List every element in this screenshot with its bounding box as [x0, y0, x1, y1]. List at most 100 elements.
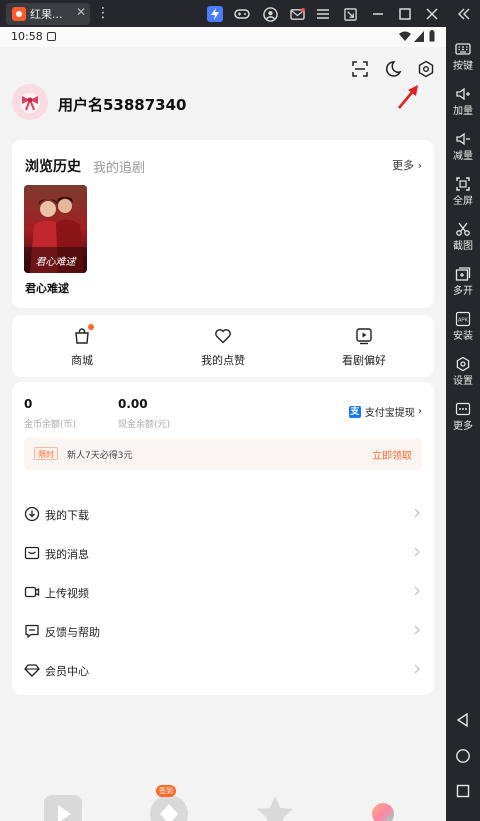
menu-label: 反馈与帮助 — [45, 626, 100, 639]
wifi-icon — [399, 31, 411, 41]
menu-card: 我的下载 我的消息 上传视频 反馈与帮助 会员中心 — [12, 489, 434, 695]
mail-icon[interactable] — [288, 5, 306, 23]
nav-theater-icon[interactable] — [42, 793, 84, 821]
sidebar-item-more[interactable]: 更多 — [446, 397, 480, 441]
red-pointer-arrow-icon — [398, 85, 418, 109]
quick-action-label: 商城 — [71, 354, 93, 367]
username[interactable]: 用户名53887340 — [58, 94, 187, 115]
apk-install-icon: APK — [455, 311, 471, 327]
tab-my-following[interactable]: 我的追剧 — [93, 157, 145, 176]
tab-browse-history[interactable]: 浏览历史 — [25, 156, 81, 176]
fullscreen-icon — [456, 177, 470, 191]
cash-label: 现金余额(元) — [118, 420, 171, 430]
sidebar-label: 减量 — [453, 151, 473, 162]
nav-star-icon[interactable] — [254, 793, 296, 821]
upload-video-icon — [24, 586, 40, 598]
sidebar-label: 多开 — [453, 286, 473, 297]
sidebar-item-keys[interactable]: 按键 — [446, 37, 480, 81]
tab-menu-icon[interactable]: ⋮ — [96, 4, 110, 22]
drama-poster[interactable]: 君心难逑 — [24, 185, 87, 273]
alipay-icon: 支 — [348, 405, 361, 418]
cash-value: 0.00 — [118, 397, 148, 411]
signal-icon — [414, 31, 424, 42]
menu-label: 上传视频 — [45, 587, 89, 600]
sidebar-item-install[interactable]: APK 安装 — [446, 307, 480, 351]
gamepad-icon[interactable] — [233, 5, 251, 23]
sidebar-item-volume-down[interactable]: 减量 — [446, 127, 480, 171]
chevron-right-icon — [414, 586, 420, 596]
notification-dot — [88, 324, 94, 330]
collapse-sidebar-icon[interactable] — [455, 5, 473, 23]
status-time: 10:58 — [11, 30, 43, 43]
menu-label: 我的下载 — [45, 509, 89, 522]
menu-item-upload-video[interactable]: 上传视频 — [12, 573, 434, 611]
sidebar-label: 更多 — [453, 421, 473, 432]
heart-icon — [215, 329, 231, 344]
scan-icon[interactable] — [351, 60, 369, 78]
quick-actions-card: 商城 我的点赞 看剧偏好 — [12, 315, 434, 377]
alipay-withdraw-link[interactable]: 支 支付宝提现 › — [348, 404, 422, 419]
emulator-sidebar: 按键 加量 减量 全屏 截图 多开 APK 安装 设置 更多 — [446, 27, 480, 821]
avatar[interactable] — [12, 84, 48, 120]
android-home-icon[interactable] — [455, 748, 471, 764]
menu-item-feedback[interactable]: 反馈与帮助 — [12, 612, 434, 650]
more-icon — [455, 402, 471, 416]
sidebar-item-screenshot[interactable]: 截图 — [446, 217, 480, 261]
battery-icon — [429, 30, 435, 42]
quick-action-preferences[interactable]: 看剧偏好 — [294, 327, 434, 368]
vip-diamond-icon — [24, 664, 40, 677]
sidebar-item-settings[interactable]: 设置 — [446, 352, 480, 396]
download-icon — [24, 506, 40, 522]
sign-in-badge: 签到 — [156, 785, 176, 797]
android-back-icon[interactable] — [455, 712, 471, 728]
poster-image: 君心难逑 — [24, 185, 87, 273]
quick-action-shop[interactable]: 商城 — [12, 327, 152, 368]
sidebar-item-fullscreen[interactable]: 全屏 — [446, 172, 480, 216]
shrink-window-icon[interactable] — [341, 5, 359, 23]
sidebar-label: 加量 — [453, 106, 473, 117]
sidebar-label: 设置 — [453, 376, 473, 387]
chevron-right-icon — [414, 625, 420, 635]
poster-caption: 君心难逑 — [36, 256, 78, 268]
menu-item-vip-center[interactable]: 会员中心 — [12, 651, 434, 689]
settings-hexagon-icon — [456, 356, 470, 372]
shopping-bag-icon — [75, 328, 89, 344]
notification-icon — [47, 32, 56, 41]
nav-welfare-icon[interactable] — [148, 793, 190, 821]
volume-down-icon — [456, 132, 470, 146]
status-bar: 10:58 — [0, 27, 446, 47]
close-icon[interactable] — [423, 5, 441, 23]
nav-profile-icon[interactable] — [362, 793, 404, 821]
tab-title: 红果... — [30, 8, 63, 21]
coins-value: 0 — [24, 397, 33, 411]
limited-badge: 限时 — [34, 447, 58, 460]
quick-action-likes[interactable]: 我的点赞 — [153, 327, 293, 368]
chevron-right-icon — [414, 664, 420, 674]
minimize-icon[interactable] — [369, 5, 387, 23]
claim-now-button[interactable]: 立即领取 — [372, 447, 412, 462]
menu-item-downloads[interactable]: 我的下载 — [12, 495, 434, 533]
hamburger-menu-icon[interactable] — [314, 5, 332, 23]
emulator-top-bar: 红果... ✕ ⋮ — [0, 0, 480, 27]
volume-up-icon — [456, 87, 470, 101]
multi-instance-icon — [455, 267, 471, 281]
drama-title[interactable]: 君心难逑 — [25, 280, 69, 296]
tab-close-button[interactable]: ✕ — [76, 5, 86, 19]
menu-item-messages[interactable]: 我的消息 — [12, 534, 434, 572]
promo-banner[interactable]: 限时 新人7天必得3元 立即领取 — [24, 438, 422, 470]
maximize-icon[interactable] — [396, 5, 414, 23]
android-recents-icon[interactable] — [455, 783, 471, 799]
sidebar-label: 截图 — [453, 241, 473, 252]
sidebar-item-multi-instance[interactable]: 多开 — [446, 262, 480, 306]
account-icon[interactable] — [261, 5, 279, 23]
app-tab[interactable]: 红果... ✕ — [6, 3, 90, 25]
history-more-link[interactable]: 更多 › — [392, 157, 422, 173]
avatar-bow-icon — [12, 84, 48, 120]
chevron-right-icon — [414, 508, 420, 518]
quick-action-label: 我的点赞 — [201, 354, 245, 367]
boost-icon[interactable] — [206, 5, 224, 23]
settings-icon[interactable] — [417, 60, 435, 78]
night-mode-icon[interactable] — [384, 60, 402, 78]
keyboard-icon — [455, 43, 471, 55]
sidebar-item-volume-up[interactable]: 加量 — [446, 82, 480, 126]
